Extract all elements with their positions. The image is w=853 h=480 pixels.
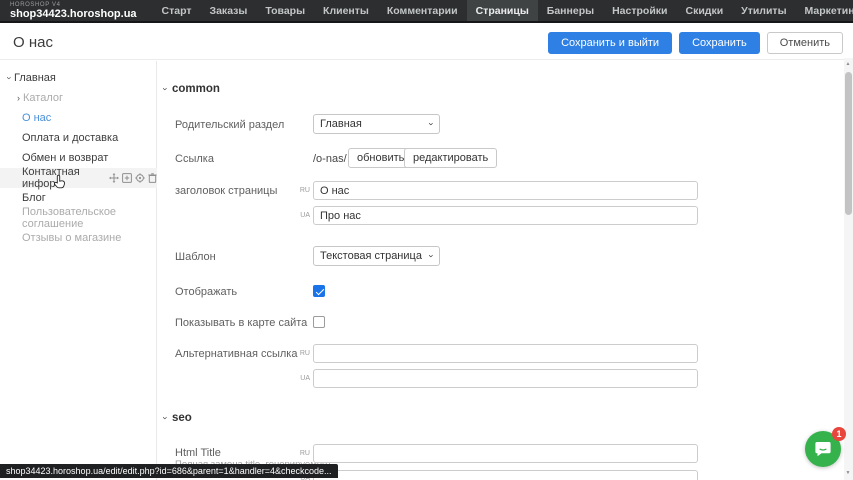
chat-unread-badge: 1 bbox=[832, 427, 846, 441]
menu-item-settings[interactable]: Настройки bbox=[603, 0, 676, 21]
parent-section-select[interactable]: Главная › bbox=[313, 114, 440, 134]
html-title-ua-input[interactable] bbox=[313, 470, 698, 480]
tree-item-soglashenie[interactable]: Пользовательское соглашение bbox=[0, 208, 157, 228]
top-navigation-bar: HOROSHOP V4 shop34423.horoshop.ua Старт … bbox=[0, 0, 853, 23]
html-title-label: Html Title bbox=[175, 447, 221, 459]
section-common-label: common bbox=[172, 83, 220, 95]
section-seo-label: seo bbox=[172, 412, 192, 424]
html-title-ru-input[interactable] bbox=[313, 444, 698, 463]
tree-item-oplata[interactable]: Оплата и доставка bbox=[0, 128, 157, 148]
chevron-down-icon: › bbox=[164, 84, 167, 94]
tree-item-label: Контактная инфор bbox=[22, 166, 104, 190]
display-checkbox[interactable] bbox=[313, 285, 325, 297]
tree-item-label: Оплата и доставка bbox=[22, 132, 118, 144]
page-title-label: заголовок страницы bbox=[175, 185, 277, 197]
chevron-down-icon: › bbox=[427, 123, 437, 126]
admin-window: HOROSHOP V4 shop34423.horoshop.ua Старт … bbox=[0, 0, 853, 480]
chevron-right-icon[interactable]: › bbox=[14, 93, 23, 103]
sitemap-label: Показывать в карте сайта bbox=[175, 317, 307, 329]
sitemap-checkbox[interactable] bbox=[313, 316, 325, 328]
menu-item-products[interactable]: Товары bbox=[256, 0, 314, 21]
link-value: /o-nas/ bbox=[313, 153, 347, 165]
section-common-header[interactable]: › common bbox=[164, 83, 220, 95]
lang-ua-tag: UA bbox=[299, 375, 310, 382]
tree-item-blog[interactable]: Блог bbox=[0, 188, 157, 208]
tree-item-label: О нас bbox=[22, 112, 51, 124]
chat-bubble-icon bbox=[814, 440, 832, 458]
section-seo-header[interactable]: › seo bbox=[164, 412, 192, 424]
menu-item-clients[interactable]: Клиенты bbox=[314, 0, 378, 21]
page-title-ru-input[interactable] bbox=[313, 181, 698, 200]
menu-item-start[interactable]: Старт bbox=[153, 0, 201, 21]
scrollbar-thumb[interactable] bbox=[845, 72, 852, 215]
tree-item-label: Отзывы о магазине bbox=[22, 232, 121, 244]
parent-section-value: Главная bbox=[320, 118, 362, 130]
main-menu: Старт Заказы Товары Клиенты Комментарии … bbox=[153, 0, 853, 21]
page-title-ua-input[interactable] bbox=[313, 206, 698, 225]
menu-item-pages[interactable]: Страницы bbox=[467, 0, 538, 21]
alt-link-label: Альтернативная ссылка bbox=[175, 348, 297, 360]
link-edit-button[interactable]: редактировать bbox=[404, 148, 497, 168]
display-label: Отображать bbox=[175, 286, 237, 298]
gear-icon[interactable] bbox=[135, 173, 145, 183]
lang-ua-tag: UA bbox=[299, 212, 310, 219]
tree-item-label: Обмен и возврат bbox=[22, 152, 108, 164]
tree-item-glavnaya[interactable]: › Главная bbox=[0, 68, 157, 88]
template-select[interactable]: Текстовая страница › bbox=[313, 246, 440, 266]
browser-status-url: shop34423.horoshop.ua/edit/edit.php?id=6… bbox=[0, 464, 338, 478]
move-icon[interactable] bbox=[109, 173, 119, 183]
menu-item-banners[interactable]: Баннеры bbox=[538, 0, 603, 21]
logo-version-label: HOROSHOP V4 bbox=[10, 2, 137, 8]
lang-ru-tag: RU bbox=[299, 350, 310, 357]
parent-section-label: Родительский раздел bbox=[175, 119, 284, 131]
logo-domain-label: shop34423.horoshop.ua bbox=[10, 9, 137, 20]
add-icon[interactable] bbox=[122, 173, 132, 183]
alt-link-ua-input[interactable] bbox=[313, 369, 698, 388]
pages-tree-sidebar: › Главная › Каталог О нас Оплата и доста… bbox=[0, 61, 157, 480]
tree-item-label: Каталог bbox=[23, 92, 63, 104]
lang-ru-tag: RU bbox=[299, 187, 310, 194]
link-label: Ссылка bbox=[175, 153, 214, 165]
chevron-down-icon: › bbox=[164, 413, 167, 423]
tree-item-obmen[interactable]: Обмен и возврат bbox=[0, 148, 157, 168]
scrollbar-down-arrow-icon[interactable]: ▼ bbox=[844, 468, 852, 478]
trash-icon[interactable] bbox=[148, 173, 157, 183]
menu-item-orders[interactable]: Заказы bbox=[201, 0, 257, 21]
tree-item-o-nas[interactable]: О нас bbox=[0, 108, 157, 128]
chevron-down-icon: › bbox=[427, 255, 437, 258]
logo[interactable]: HOROSHOP V4 shop34423.horoshop.ua bbox=[10, 2, 137, 20]
tree-item-label: Блог bbox=[22, 192, 46, 204]
menu-item-utilities[interactable]: Утилиты bbox=[732, 0, 795, 21]
menu-item-discounts[interactable]: Скидки bbox=[677, 0, 733, 21]
tree-item-label: Пользовательское соглашение bbox=[22, 206, 157, 230]
tree-item-katalog[interactable]: › Каталог bbox=[0, 88, 157, 108]
tree-item-label: Главная bbox=[14, 72, 56, 84]
page-edit-form: › common Родительский раздел Главная › С… bbox=[158, 61, 845, 480]
tree-item-otzyvy[interactable]: Отзывы о магазине bbox=[0, 228, 157, 248]
page-title: О нас bbox=[13, 34, 53, 51]
scrollbar-up-arrow-icon[interactable]: ▲ bbox=[844, 59, 852, 69]
chevron-down-icon[interactable]: › bbox=[5, 73, 14, 83]
save-and-exit-button[interactable]: Сохранить и выйти bbox=[548, 32, 672, 54]
template-value: Текстовая страница bbox=[320, 250, 422, 262]
template-label: Шаблон bbox=[175, 251, 216, 263]
lang-ru-tag: RU bbox=[299, 450, 310, 457]
menu-item-comments[interactable]: Комментарии bbox=[378, 0, 467, 21]
page-header: О нас Сохранить и выйти Сохранить Отмени… bbox=[0, 25, 853, 60]
alt-link-ru-input[interactable] bbox=[313, 344, 698, 363]
cancel-button[interactable]: Отменить bbox=[767, 32, 843, 54]
tree-item-kontaktnaya[interactable]: Контактная инфор bbox=[0, 168, 157, 188]
menu-item-marketing[interactable]: Маркетинг bbox=[796, 0, 853, 21]
save-button[interactable]: Сохранить bbox=[679, 32, 760, 54]
